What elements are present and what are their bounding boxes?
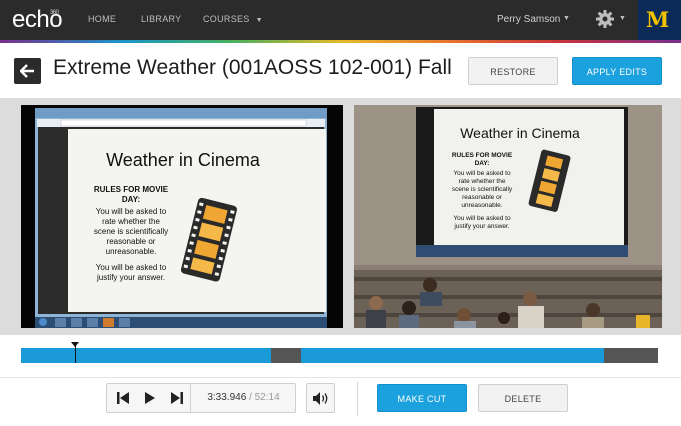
- delete-button[interactable]: DELETE: [478, 384, 568, 412]
- nav-library[interactable]: LIBRARY: [141, 14, 181, 24]
- screen-capture-frame: Weather in Cinema RULES FOR MOVIE DAY: Y…: [35, 108, 327, 328]
- nav-courses[interactable]: COURSES ▼: [203, 14, 263, 24]
- playhead-line[interactable]: [75, 343, 76, 363]
- slide-line: unreasonable.: [106, 247, 157, 256]
- slide-line: justify your answer.: [453, 223, 509, 230]
- room-camera-video[interactable]: Weather in Cinema RULES FOR MOVIE DAY: Y…: [354, 105, 662, 328]
- slide-line: unreasonable.: [461, 202, 502, 209]
- total-time: 52:14: [254, 392, 280, 403]
- logo-sup: 360: [50, 10, 59, 16]
- timeline-segment-cut[interactable]: [604, 348, 658, 363]
- play-button[interactable]: [137, 384, 164, 412]
- slide-line: rate whether the: [102, 217, 160, 226]
- back-button[interactable]: [14, 58, 41, 84]
- block-m-mark: M: [646, 7, 670, 32]
- chevron-down-icon: ▼: [255, 17, 263, 24]
- color-stripe: [0, 40, 681, 43]
- slide-line: justify your answer.: [96, 273, 165, 282]
- gear-icon[interactable]: [595, 9, 615, 29]
- chevron-down-icon[interactable]: ▼: [619, 15, 626, 22]
- timeline-segment-kept[interactable]: [301, 348, 604, 363]
- volume-icon: [313, 392, 328, 405]
- slide-line: rate whether the: [459, 178, 506, 185]
- page-title: Extreme Weather (001AOSS 102-001) Fall: [53, 56, 452, 79]
- timeline-segment-cut[interactable]: [271, 348, 301, 363]
- controls-divider: [357, 382, 358, 416]
- university-logo: M: [638, 0, 681, 40]
- timeline-track[interactable]: [21, 348, 658, 363]
- slide-rules-heading: DAY:: [122, 195, 140, 204]
- slide-line: You will be asked to: [96, 207, 167, 216]
- slide-rules-heading: RULES FOR MOVIE: [94, 185, 169, 194]
- chevron-down-icon[interactable]: ▼: [563, 15, 570, 22]
- slide-rules-heading: RULES FOR MOVIE: [452, 152, 513, 159]
- room-camera-frame: Weather in Cinema RULES FOR MOVIE DAY: Y…: [354, 105, 662, 328]
- volume-button[interactable]: [306, 383, 335, 413]
- user-menu[interactable]: Perry Samson: [497, 14, 560, 25]
- timeline-segment-kept[interactable]: [21, 348, 271, 363]
- apply-edits-button[interactable]: APPLY EDITS: [572, 57, 662, 85]
- slide-line: reasonable or: [462, 194, 503, 201]
- controls-bar: [0, 377, 681, 426]
- screen-capture-video[interactable]: Weather in Cinema RULES FOR MOVIE DAY: Y…: [21, 105, 343, 328]
- slide-line: You will be asked to: [96, 263, 167, 272]
- skip-back-icon: [117, 392, 129, 404]
- slide-line: You will be asked to: [453, 215, 511, 222]
- restore-button[interactable]: RESTORE: [468, 57, 558, 85]
- current-time: 3:33.946: [207, 392, 247, 403]
- slide-title: Weather in Cinema: [460, 125, 580, 141]
- nav-home[interactable]: HOME: [88, 14, 116, 24]
- playback-controls: 3:33.946 / 52:14: [106, 383, 296, 413]
- slide-line: You will be asked to: [453, 170, 511, 177]
- echo360-logo[interactable]: echo 360: [12, 6, 63, 34]
- slide-line: scene is scientifically: [94, 227, 168, 236]
- slide-title: Weather in Cinema: [106, 150, 261, 170]
- top-nav: echo 360 HOME LIBRARY COURSES ▼ Perry Sams…: [0, 0, 681, 40]
- arrow-left-icon: [20, 64, 34, 78]
- slide-line: reasonable or: [107, 237, 156, 246]
- make-cut-button[interactable]: MAKE CUT: [377, 384, 467, 412]
- skip-forward-button[interactable]: [163, 384, 190, 412]
- time-display: 3:33.946 / 52:14: [190, 384, 296, 412]
- slide-rules-heading: DAY:: [475, 160, 490, 167]
- play-icon: [145, 392, 155, 404]
- slide-line: scene is scientifically: [452, 186, 513, 193]
- skip-forward-icon: [171, 392, 183, 404]
- skip-back-button[interactable]: [110, 384, 137, 412]
- time-separator: /: [249, 392, 252, 403]
- nav-courses-label: COURSES: [203, 14, 250, 24]
